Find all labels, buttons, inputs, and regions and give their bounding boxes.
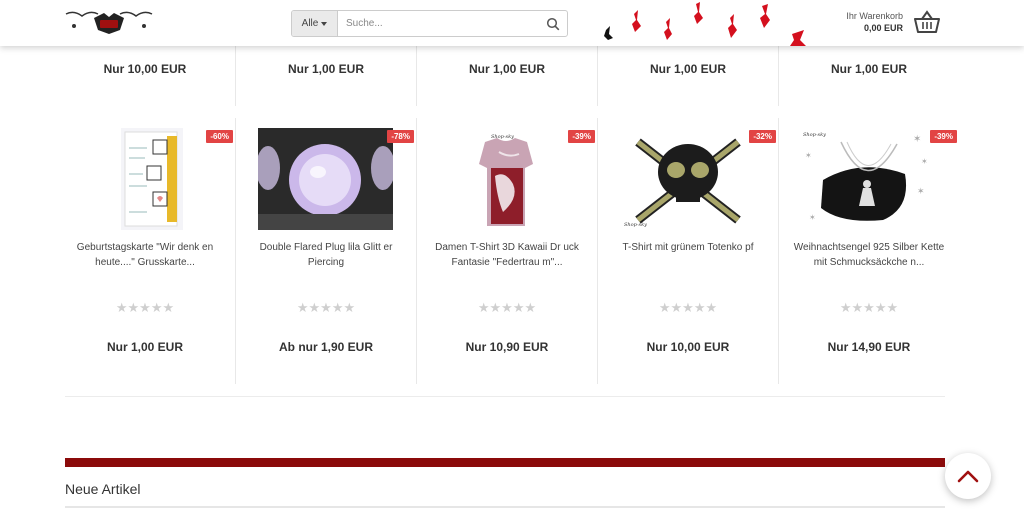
- section-divider: [65, 506, 945, 508]
- product-price-cell[interactable]: Nur 1,00 EUR: [779, 46, 959, 106]
- svg-text:✶: ✶: [809, 213, 816, 222]
- discount-badge: -60%: [206, 130, 233, 143]
- product-card[interactable]: Shop-sky -32% T-Shirt mit grünem Totenko…: [598, 118, 778, 396]
- product-price: Nur 10,00 EUR: [103, 62, 187, 76]
- product-card[interactable]: -78% Double Flared Plug lila Glitt er Pi…: [236, 118, 416, 396]
- product-grid: -60% Geburtstagskarte "Wir denk en heute…: [55, 118, 961, 397]
- column-divider: [235, 46, 236, 106]
- search-category-select[interactable]: Alle: [292, 11, 338, 36]
- product-price-cell[interactable]: Nur 1,00 EUR: [598, 46, 778, 106]
- product-title[interactable]: T-Shirt mit grünem Totenko pf: [610, 240, 766, 255]
- svg-text:✶: ✶: [805, 151, 812, 160]
- product-title[interactable]: Weihnachtsengel 925 Silber Kette mit Sch…: [791, 240, 947, 270]
- basket-icon: [914, 10, 940, 33]
- discount-badge: -39%: [930, 130, 957, 143]
- search-bar: Alle: [291, 10, 568, 37]
- section-title: Neue Artikel: [65, 481, 141, 497]
- rating-stars: ★★★★★: [115, 300, 175, 315]
- column-divider: [235, 118, 236, 384]
- product-title[interactable]: Double Flared Plug lila Glitt er Piercin…: [248, 240, 404, 270]
- cart-total: 0,00 EUR: [863, 23, 903, 33]
- cart-label: Ihr Warenkorb: [846, 11, 903, 21]
- product-title[interactable]: Damen T-Shirt 3D Kawaii Dr uck Fantasie …: [429, 240, 585, 270]
- product-price: Nur 1,00 EUR: [830, 62, 908, 76]
- cart-button[interactable]: Ihr Warenkorb 0,00 EUR: [820, 10, 945, 36]
- column-divider: [597, 46, 598, 106]
- rating-stars: ★★★★★: [839, 300, 899, 315]
- product-card[interactable]: -60% Geburtstagskarte "Wir denk en heute…: [55, 118, 235, 396]
- bat-decoration: [604, 2, 806, 46]
- product-price: Nur 1,00 EUR: [468, 62, 546, 76]
- search-input[interactable]: [338, 11, 539, 36]
- product-image: [121, 128, 183, 230]
- svg-text:Shop-sky: Shop-sky: [624, 222, 647, 228]
- product-price-cell[interactable]: Nur 10,00 EUR: [55, 46, 235, 106]
- discount-badge: -32%: [749, 130, 776, 143]
- product-price-cell[interactable]: Nur 1,00 EUR: [417, 46, 597, 106]
- product-price: Nur 1,00 EUR: [287, 62, 365, 76]
- column-divider: [416, 118, 417, 384]
- search-icon: [546, 17, 560, 30]
- product-image: Shop-sky ✶ ✶ ✶ ✶ ✶: [801, 128, 936, 230]
- section-accent-bar: [65, 458, 945, 467]
- previous-products-row: Nur 10,00 EUR Nur 1,00 EUR Nur 1,00 EUR …: [55, 46, 961, 106]
- svg-text:✶: ✶: [921, 157, 928, 166]
- product-price-cell[interactable]: Nur 1,00 EUR: [236, 46, 416, 106]
- product-price: Nur 1,00 EUR: [649, 62, 727, 76]
- search-category-label: Alle: [301, 18, 319, 29]
- chevron-up-icon: [957, 470, 979, 483]
- discount-badge: -39%: [568, 130, 595, 143]
- chevron-down-icon: [321, 21, 328, 26]
- discount-badge: -78%: [387, 130, 414, 143]
- svg-text:Shop-sky: Shop-sky: [803, 132, 826, 138]
- column-divider: [597, 118, 598, 384]
- product-price: Nur 14,90 EUR: [827, 340, 911, 354]
- svg-text:✶: ✶: [913, 134, 921, 145]
- column-divider: [416, 46, 417, 106]
- row-divider: [65, 396, 945, 397]
- product-price: Nur 1,00 EUR: [106, 340, 184, 354]
- rating-stars: ★★★★★: [658, 300, 718, 315]
- product-card[interactable]: Shop-sky -39% Damen T-Shirt 3D Kawaii Dr…: [417, 118, 597, 396]
- product-price: Nur 10,00 EUR: [646, 340, 730, 354]
- rating-stars: ★★★★★: [477, 300, 537, 315]
- product-image: Shop-sky: [620, 128, 755, 230]
- svg-text:✶: ✶: [917, 186, 925, 196]
- product-image: [258, 128, 393, 230]
- product-card[interactable]: Shop-sky ✶ ✶ ✶ ✶ ✶ -39% Weihnachtsengel …: [779, 118, 959, 396]
- rating-stars: ★★★★★: [296, 300, 356, 315]
- column-divider: [778, 118, 779, 384]
- product-price: Nur 10,90 EUR: [465, 340, 549, 354]
- search-button[interactable]: [539, 11, 567, 36]
- product-price: Ab nur 1,90 EUR: [278, 340, 374, 354]
- site-header: Alle Ihr Warenkorb 0,00 EUR: [0, 0, 1024, 46]
- product-title[interactable]: Geburtstagskarte "Wir denk en heute...."…: [67, 240, 223, 270]
- scroll-to-top-button[interactable]: [945, 453, 991, 499]
- column-divider: [778, 46, 779, 106]
- shop-logo[interactable]: [64, 8, 154, 36]
- product-image: Shop-sky: [439, 128, 574, 230]
